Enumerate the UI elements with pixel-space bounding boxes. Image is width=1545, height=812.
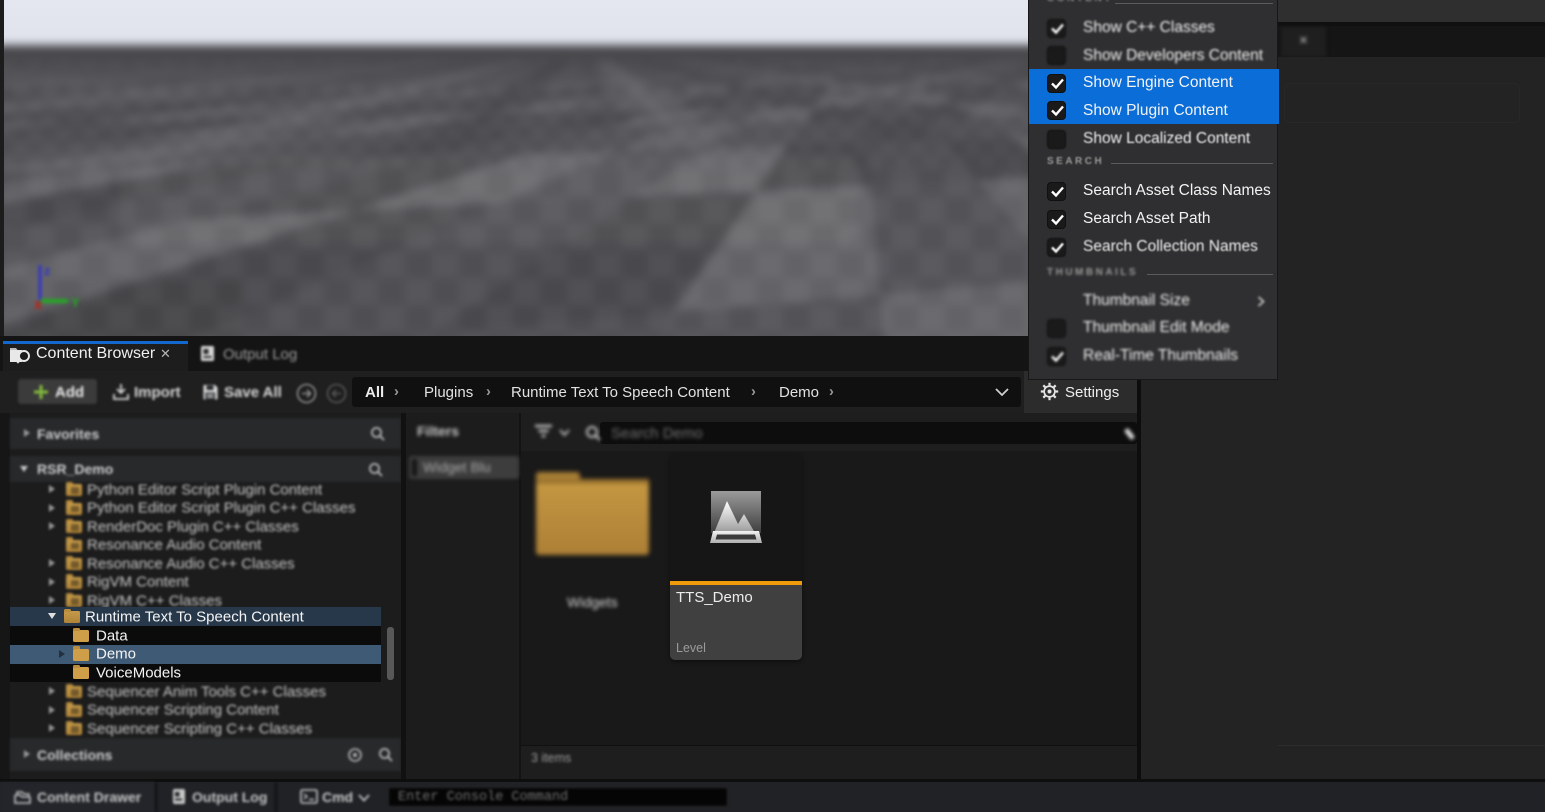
svg-text:z: z [44,263,51,278]
svg-text:x: x [34,296,43,313]
svg-text:Y: Y [71,295,80,310]
